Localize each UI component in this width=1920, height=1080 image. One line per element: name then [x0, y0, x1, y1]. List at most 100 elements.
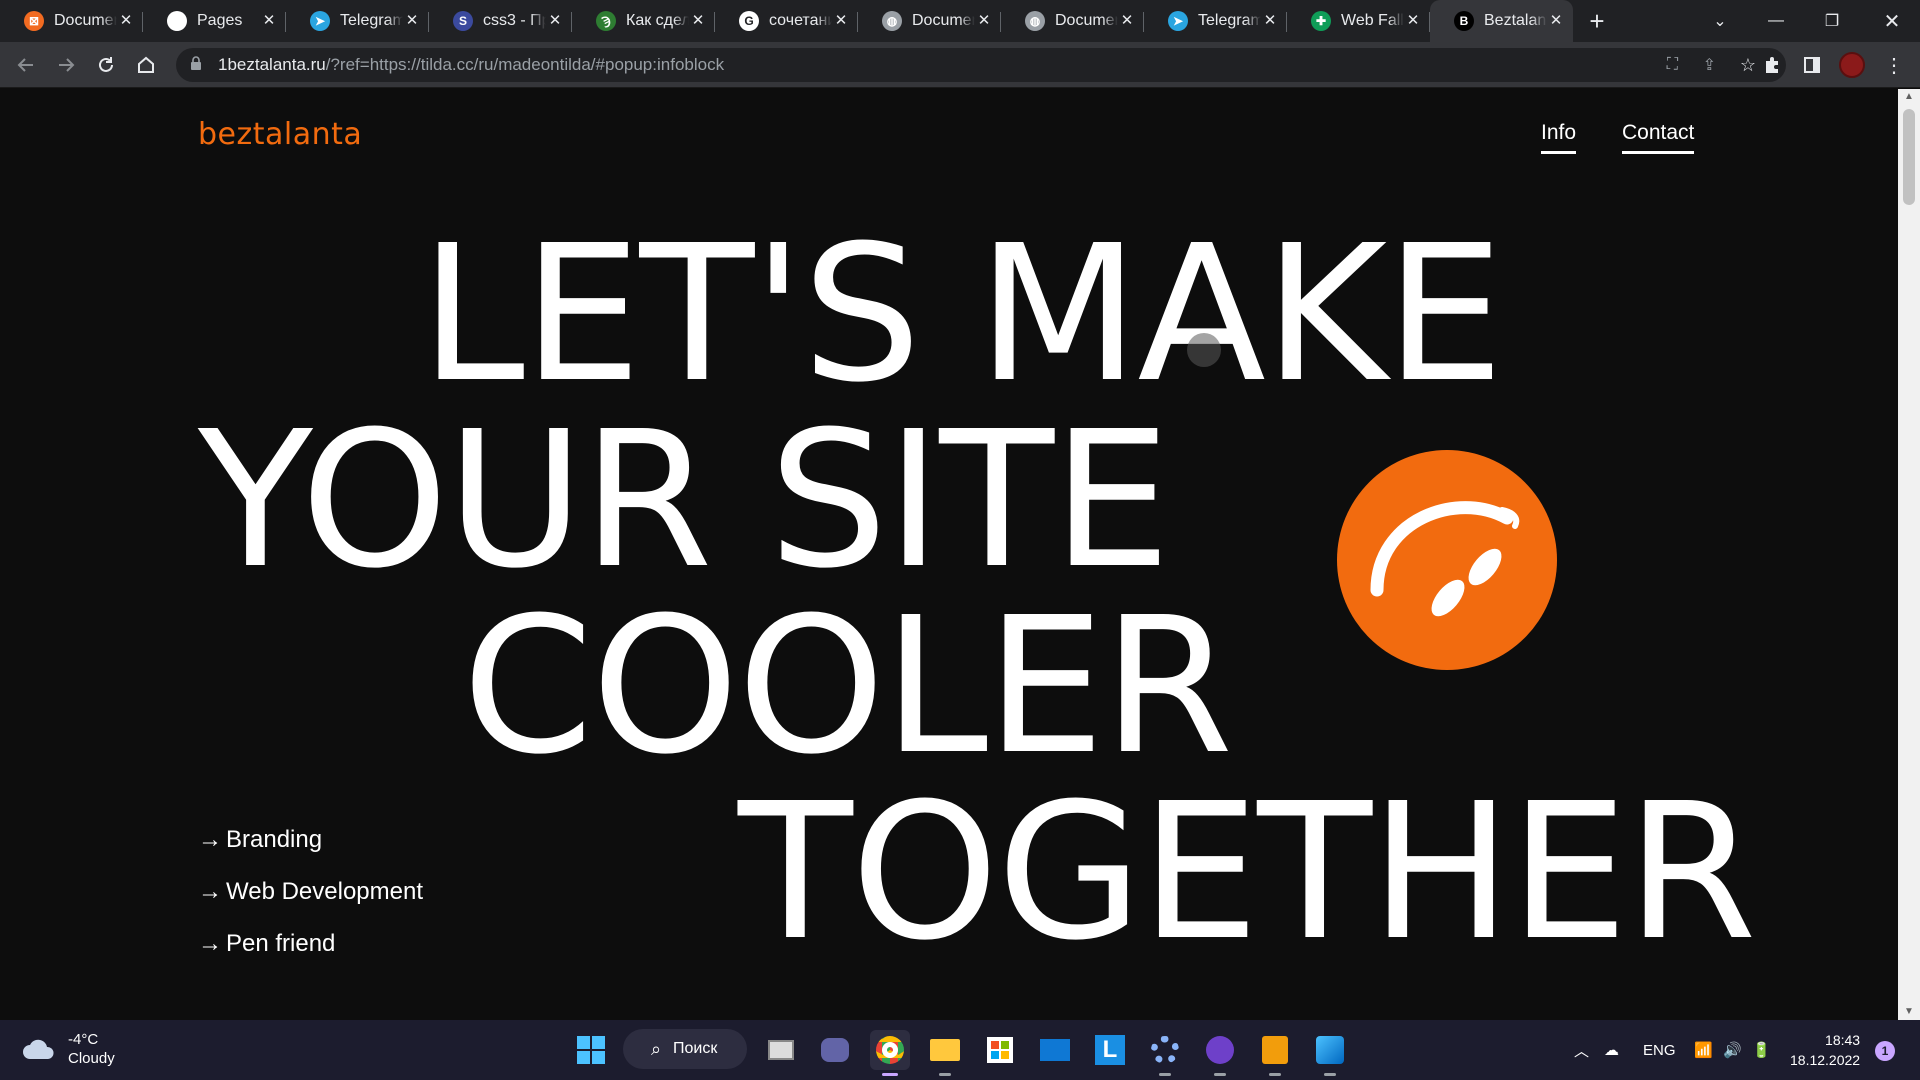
browser-tab[interactable]: ✚ Web Fall ✕ [1287, 0, 1430, 42]
side-panel-icon[interactable] [1796, 49, 1828, 81]
settings-gear-icon[interactable] [1145, 1030, 1185, 1076]
google-icon: G [739, 11, 759, 31]
tab-title: Beztalant [1484, 12, 1547, 29]
weather-temp: -4°C [68, 1031, 99, 1048]
browser-tab[interactable]: ➤ Telegram ✕ [1144, 0, 1287, 42]
service-branding[interactable]: → Branding [198, 814, 423, 866]
share-icon[interactable]: ⇪ [1703, 55, 1716, 75]
browser-tab[interactable]: ◍ Documen ✕ [858, 0, 1001, 42]
scroll-thumb[interactable] [1903, 109, 1915, 205]
tab-close-icon[interactable]: ✕ [975, 12, 993, 30]
volume-icon[interactable]: 🔊 [1723, 1020, 1742, 1080]
service-web-development[interactable]: → Web Development [198, 866, 423, 918]
cloud-icon [23, 1039, 54, 1059]
service-label: Branding [226, 826, 323, 853]
hero-line-3: COOLER [462, 577, 1233, 796]
url-path: /?ref=https://tilda.cc/ru/madeontilda/#p… [325, 55, 725, 74]
close-window-icon[interactable]: ✕ [1864, 0, 1920, 42]
forward-icon[interactable] [50, 49, 82, 81]
page-scrollbar[interactable]: ▲ ▼ [1898, 89, 1920, 1020]
tray-overflow-icon[interactable]: ︿ [1574, 1020, 1589, 1080]
battery-icon[interactable]: 🔋 [1752, 1020, 1771, 1080]
scroll-down-icon[interactable]: ▼ [1898, 1004, 1920, 1020]
custom-cursor [1187, 333, 1221, 367]
github-icon [167, 11, 187, 31]
xampp-icon: ⊠ [24, 11, 44, 31]
tab-close-icon[interactable]: ✕ [1261, 12, 1279, 30]
tab-close-icon[interactable]: ✕ [1547, 12, 1565, 30]
teams-chat-icon[interactable] [815, 1030, 855, 1070]
file-explorer-icon[interactable] [925, 1030, 965, 1076]
service-label: Pen friend [226, 930, 336, 957]
browser-menu-icon[interactable]: ⋮ [1878, 49, 1910, 81]
notification-badge[interactable]: 1 [1875, 1041, 1895, 1061]
site-logo[interactable]: beztalanta [198, 117, 362, 152]
back-icon[interactable] [10, 49, 42, 81]
restore-icon[interactable]: ❐ [1804, 0, 1860, 42]
tab-close-icon[interactable]: ✕ [1118, 12, 1136, 30]
nav-contact-link[interactable]: Contact [1622, 121, 1695, 154]
tab-close-icon[interactable]: ✕ [403, 12, 421, 30]
tab-title: Web Fall [1341, 12, 1404, 29]
photos-icon[interactable] [1310, 1030, 1350, 1076]
tab-close-icon[interactable]: ✕ [260, 12, 278, 30]
taskbar-search[interactable]: ⌕ Поиск [623, 1029, 747, 1069]
url-host: 1beztalanta.ru [218, 55, 326, 74]
browser-tab[interactable]: B Beztalant ✕ [1430, 0, 1573, 42]
arrow-right-icon: → [198, 826, 222, 853]
web-page: beztalanta Info Contact LET'S MAKE YOUR … [0, 89, 1898, 1020]
tab-close-icon[interactable]: ✕ [546, 12, 564, 30]
translate-icon[interactable]: ⛶ [1667, 56, 1678, 74]
browser-tab[interactable]: Scss3 - Пр ✕ [429, 0, 572, 42]
tab-title: Telegram [340, 12, 403, 29]
start-button[interactable] [571, 1030, 611, 1070]
stackoverflow-icon: S [453, 11, 473, 31]
task-view-icon[interactable] [761, 1030, 801, 1070]
b-letter-icon: B [1454, 11, 1474, 31]
weather-widget[interactable]: -4°C Cloudy [22, 1030, 115, 1068]
wifi-icon[interactable]: 📶 [1694, 1020, 1713, 1080]
minimize-icon[interactable]: — [1748, 0, 1804, 42]
lingvo-l-icon[interactable]: L [1090, 1030, 1130, 1070]
github-desktop-icon[interactable] [1200, 1030, 1240, 1076]
tab-close-icon[interactable]: ✕ [117, 12, 135, 30]
tab-close-icon[interactable]: ✕ [1404, 12, 1422, 30]
green-leaf-icon: Ϡ [596, 11, 616, 31]
new-tab-button[interactable]: + [1577, 0, 1617, 42]
home-icon[interactable] [130, 49, 162, 81]
mail-icon[interactable] [1035, 1030, 1075, 1070]
sublime-text-icon[interactable] [1255, 1030, 1295, 1076]
clock-time: 18:43 [1825, 1032, 1861, 1048]
tab-title: Documen [1055, 12, 1118, 29]
search-label: Поиск [673, 1040, 718, 1057]
tab-close-icon[interactable]: ✕ [689, 12, 707, 30]
bookmark-star-icon[interactable]: ☆ [1740, 55, 1756, 76]
reload-icon[interactable] [90, 49, 122, 81]
browser-tab[interactable]: Ϡ Как сдела✕ [572, 0, 715, 42]
browser-tab[interactable]: Gсочетани ✕ [715, 0, 858, 42]
onedrive-error-icon[interactable]: ☁ [1604, 1020, 1619, 1080]
scroll-up-icon[interactable]: ▲ [1898, 89, 1920, 105]
tab-search-icon[interactable]: ⌄ [1692, 0, 1748, 42]
browser-tab[interactable]: ➤ Telegram ✕ [286, 0, 429, 42]
lock-icon[interactable] [190, 55, 208, 75]
profile-avatar[interactable] [1836, 49, 1868, 81]
nav-info-link[interactable]: Info [1541, 121, 1577, 154]
chrome-icon[interactable] [870, 1030, 910, 1076]
address-bar[interactable]: 1beztalanta.ru/?ref=https://tilda.cc/ru/… [176, 48, 1786, 82]
browser-tab[interactable]: Pages ✕ [143, 0, 286, 42]
browser-tab[interactable]: ⊠ Documen ✕ [0, 0, 143, 42]
input-language[interactable]: ENG [1643, 1020, 1676, 1080]
browser-toolbar: 1beztalanta.ru/?ref=https://tilda.cc/ru/… [0, 42, 1920, 88]
arrow-right-icon: → [198, 878, 222, 905]
browser-tab[interactable]: ◍ Documen ✕ [1001, 0, 1144, 42]
system-clock[interactable]: 18:43 18.12.2022 [1790, 1030, 1860, 1070]
ms-store-icon[interactable] [980, 1030, 1020, 1070]
tab-title: сочетани [769, 12, 832, 29]
arrow-right-icon: → [198, 930, 222, 957]
extensions-icon[interactable] [1756, 49, 1788, 81]
search-icon: ⌕ [651, 1038, 662, 1059]
hero-line-2: YOUR SITE [198, 391, 1171, 610]
tab-close-icon[interactable]: ✕ [832, 12, 850, 30]
service-pen-friend[interactable]: → Pen friend [198, 918, 423, 970]
